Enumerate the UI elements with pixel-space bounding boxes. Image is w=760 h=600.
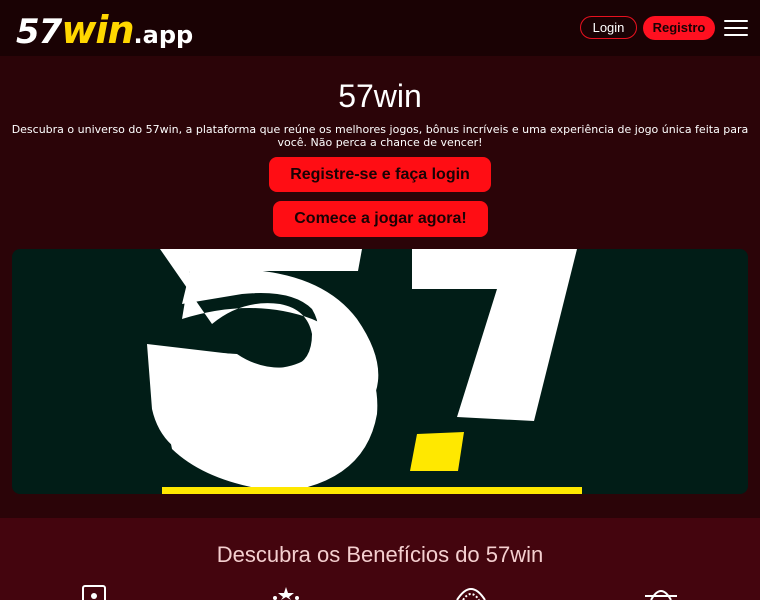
top-navbar: 57win.app Login Registro: [0, 0, 760, 56]
banner-digit-7: [412, 249, 577, 421]
banner-yellow-dot: [410, 432, 464, 471]
register-button[interactable]: Registro: [643, 16, 715, 40]
banner-57-graphic: [147, 249, 582, 494]
hero-banner-image: [12, 249, 748, 494]
logo-number: 57: [16, 12, 62, 52]
hero-title: 57win: [338, 78, 422, 114]
start-playing-button[interactable]: Comece a jogar agora!: [273, 201, 488, 237]
logo-domain: .app: [133, 21, 194, 49]
site-logo[interactable]: 57win.app: [16, 8, 194, 52]
chip-icon: [456, 588, 486, 600]
stars-icon: [273, 587, 299, 600]
bag-icon: [645, 590, 677, 600]
hamburger-menu-icon[interactable]: [724, 18, 748, 38]
banner-yellow-text-edge: [162, 487, 582, 494]
document-icon: [82, 585, 106, 600]
logo-win: win: [61, 8, 134, 52]
benefits-title: Descubra os Benefícios do 57win: [216, 542, 544, 567]
hero-description: Descubra o universo do 57win, a platafor…: [11, 123, 749, 149]
login-button[interactable]: Login: [580, 16, 637, 39]
register-login-button[interactable]: Registre-se e faça login: [269, 157, 491, 192]
